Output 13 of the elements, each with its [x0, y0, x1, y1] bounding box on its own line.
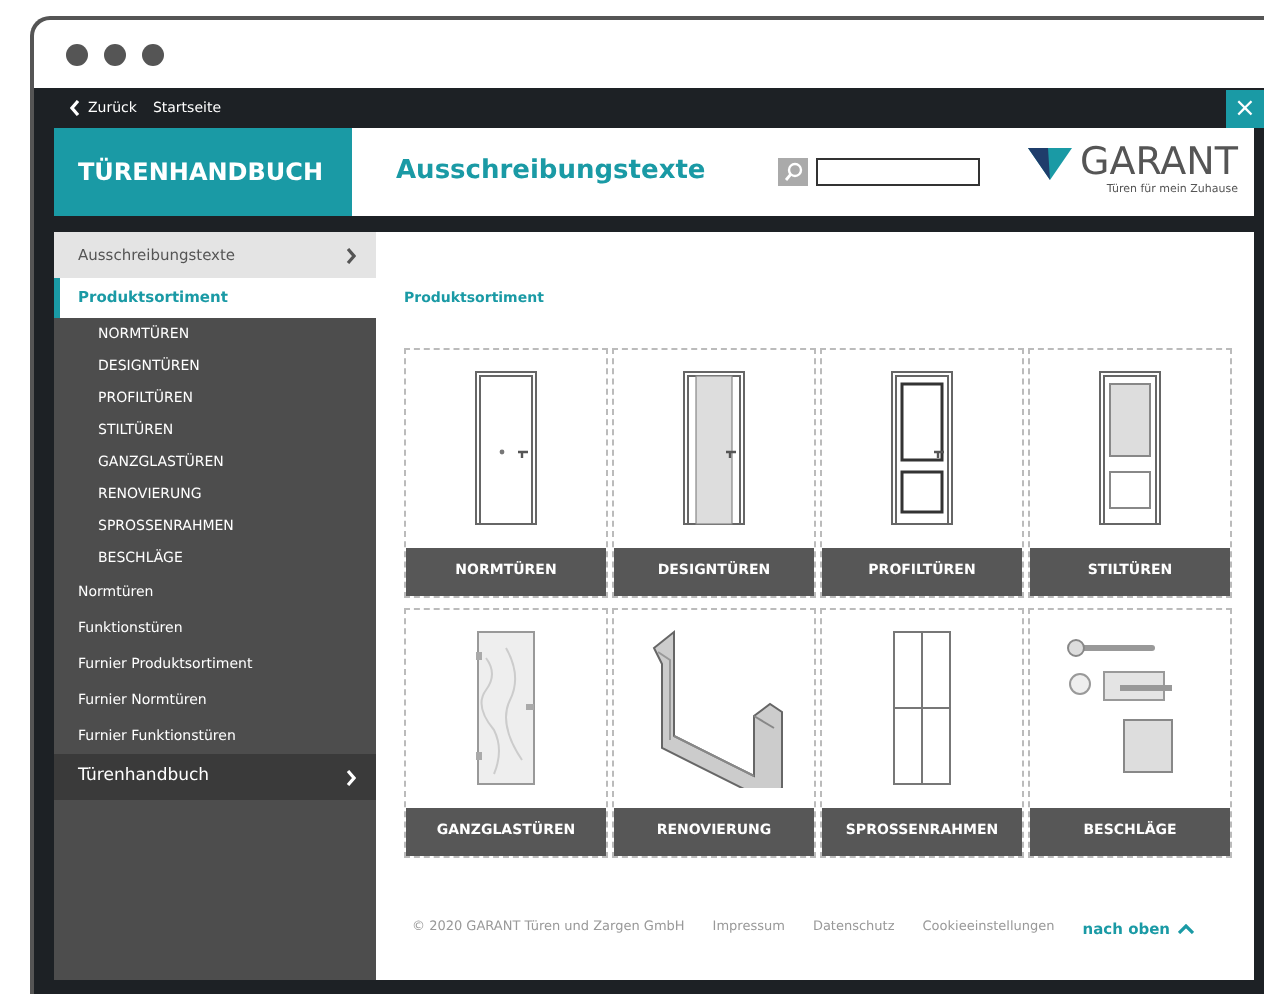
chevron-up-icon: [1178, 923, 1195, 934]
window-control-icon[interactable]: [66, 43, 88, 65]
chevron-right-icon: [346, 247, 356, 263]
sidebar-section[interactable]: Türenhandbuch: [54, 754, 376, 800]
app-title: TÜRENHANDBUCH: [54, 128, 352, 216]
logo-icon: [1028, 147, 1073, 180]
page-title: Ausschreibungstexte: [394, 154, 708, 191]
logo-wordmark: GARANT: [1080, 144, 1238, 183]
chevron-right-icon: [346, 769, 356, 785]
search-field[interactable]: [816, 158, 981, 186]
window-control-icon[interactable]: [142, 43, 164, 65]
window-control-icon[interactable]: [104, 43, 126, 65]
chevron-left-icon: [70, 100, 80, 116]
